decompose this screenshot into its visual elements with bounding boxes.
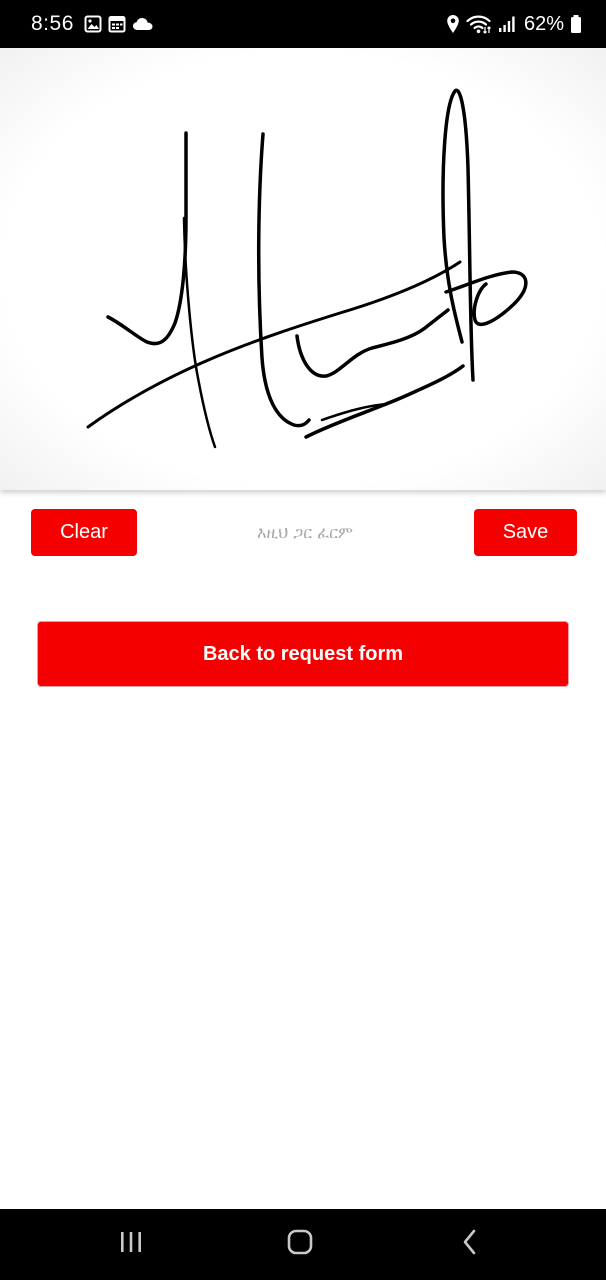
clear-button[interactable]: Clear — [31, 509, 137, 556]
status-bar: 8:56 62% — [0, 0, 606, 48]
signature-strokes — [86, 88, 528, 449]
signature-stroke — [86, 260, 462, 429]
back-to-request-form-button[interactable]: Back to request form — [37, 621, 569, 687]
sign-here-hint: እዚህ ጋር ፈርም — [257, 522, 353, 542]
home-button[interactable] — [250, 1209, 350, 1280]
battery-icon — [570, 14, 582, 34]
status-right-icons: 62% — [446, 13, 582, 36]
recents-icon — [118, 1230, 144, 1259]
back-icon — [460, 1228, 480, 1261]
status-left-icons — [84, 15, 154, 33]
signal-icon — [498, 15, 516, 33]
status-time: 8:56 — [31, 12, 74, 35]
signature-stroke — [256, 132, 311, 428]
image-icon — [84, 15, 102, 33]
signature-stroke — [444, 270, 528, 326]
signature-pad[interactable] — [0, 48, 606, 490]
signature-controls: Clear እዚህ ጋር ፈርም Save — [0, 509, 606, 556]
signature-screen: 8:56 62% Clear እዚህ ጋር ፈርም Save Back to r… — [0, 0, 606, 1280]
calendar-icon — [108, 15, 126, 33]
signature-stroke — [441, 88, 475, 382]
wifi-icon — [466, 14, 492, 34]
home-icon — [286, 1228, 314, 1261]
signature-stroke — [182, 216, 217, 449]
battery-percent: 62% — [523, 12, 564, 35]
cloud-icon — [132, 16, 154, 32]
signature-stroke — [106, 131, 188, 346]
back-button[interactable] — [420, 1209, 520, 1280]
save-button[interactable]: Save — [474, 509, 577, 556]
location-icon — [446, 14, 460, 34]
signature-drawing — [86, 88, 528, 449]
system-navigation-bar — [0, 1209, 606, 1280]
recents-button[interactable] — [81, 1209, 181, 1280]
